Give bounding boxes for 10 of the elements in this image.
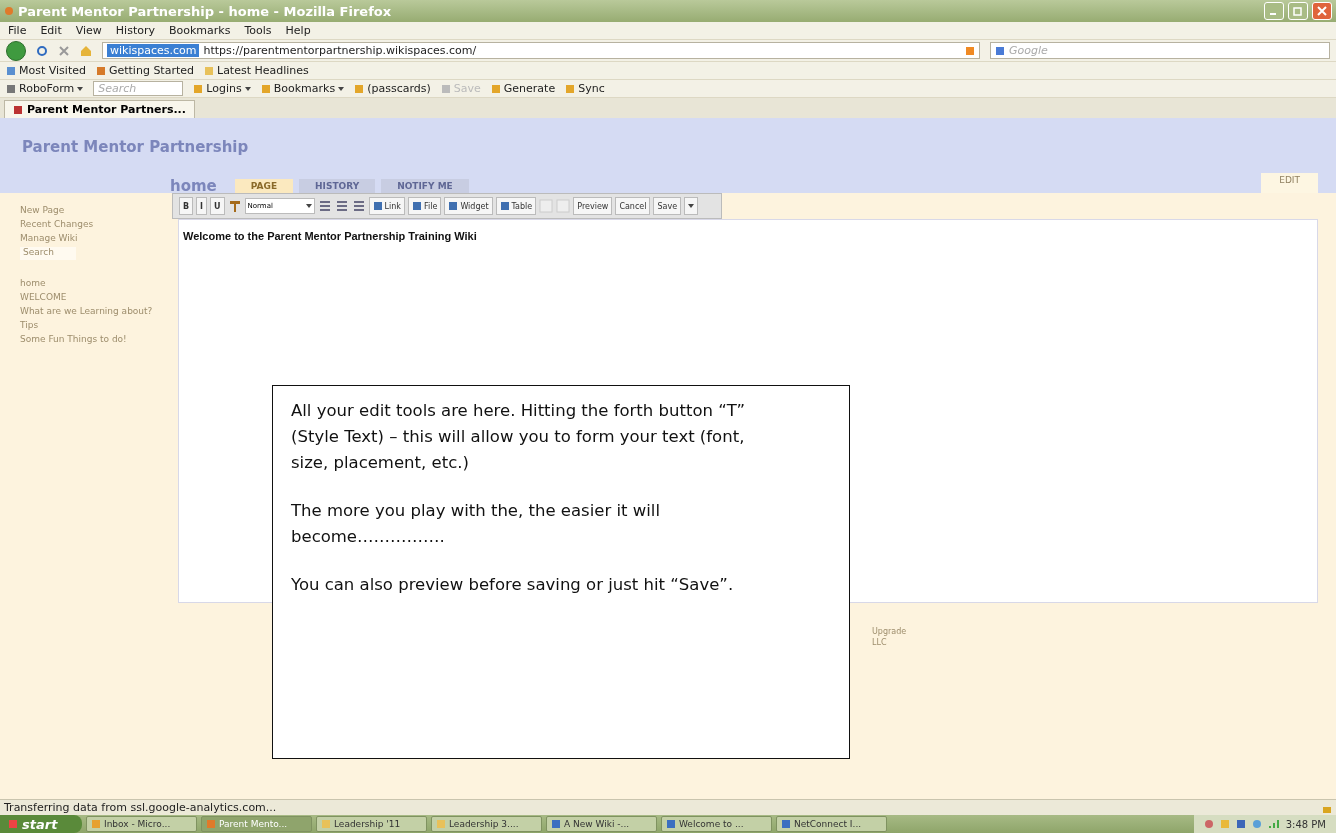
footer-text: LLC bbox=[872, 638, 888, 647]
wiki-name: Parent Mentor Partnership bbox=[22, 138, 249, 156]
callout-text: The more you play with the, the easier it will become……………. bbox=[291, 500, 661, 548]
clock: 3:48 PM bbox=[1285, 818, 1326, 830]
callout-text: You can also preview before saving or just hit “Save”. bbox=[291, 574, 735, 596]
window-title: Parent Mentor Partnership - home - Mozilla Firefox bbox=[18, 3, 393, 19]
footer-text: Upgrade bbox=[872, 627, 908, 636]
callout-text: All your edit tools are here. Hitting the forth button “T” (Style Text) – this will allow you to form your text (font, size, placement, etc.) bbox=[291, 400, 746, 474]
status-text: Transferring data from ssl.google-analytics.com... bbox=[4, 801, 277, 814]
page-title: home bbox=[170, 179, 217, 193]
